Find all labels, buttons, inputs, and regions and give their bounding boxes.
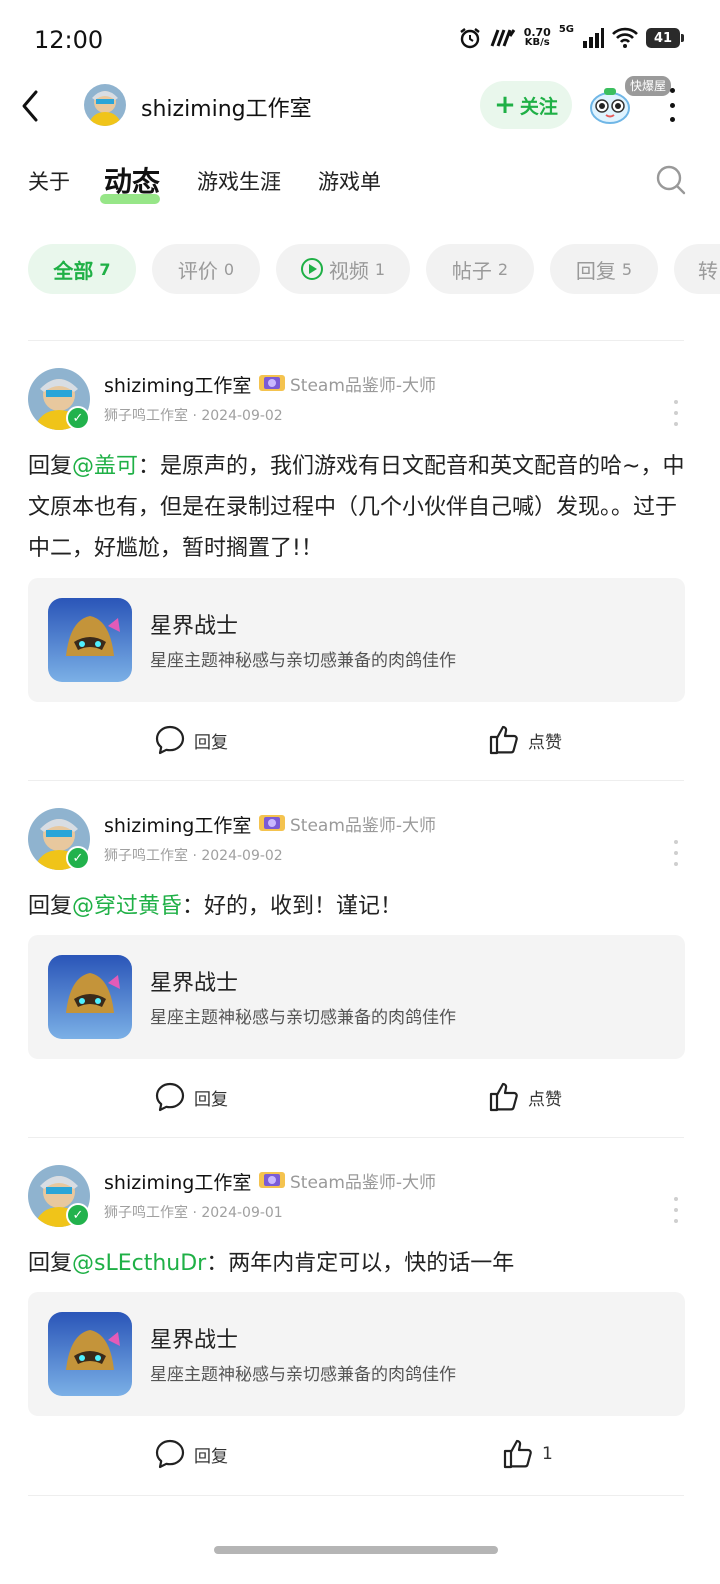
feed-post: ✓ shiziming工作室 Steam品鉴师-大师 狮子鸣工作室 · 2024…: [0, 1165, 720, 1495]
filter-reply[interactable]: 回复 5: [550, 244, 658, 294]
filter-review[interactable]: 评价 0: [152, 244, 260, 294]
follow-button[interactable]: + 关注: [480, 81, 572, 129]
verified-badge-icon: ✓: [66, 846, 90, 870]
thumbs-up-icon: [503, 1439, 532, 1469]
post-more-button[interactable]: [672, 400, 680, 426]
verified-badge-icon: ✓: [66, 1203, 90, 1227]
profile-tabs: 关于 动态 游戏生涯 游戏单: [0, 160, 720, 206]
home-indicator[interactable]: [214, 1546, 498, 1554]
game-card[interactable]: 星界战士 星座主题神秘感与亲切感兼备的肉鸽佳作: [28, 935, 685, 1059]
post-author[interactable]: shiziming工作室: [104, 371, 251, 398]
network-speed: 0.70 KB/s: [523, 26, 551, 48]
game-description: 星座主题神秘感与亲切感兼备的肉鸽佳作: [150, 1365, 456, 1385]
tab-game-list[interactable]: 游戏单: [318, 166, 381, 196]
post-meta: 狮子鸣工作室 · 2024-09-01: [104, 1205, 283, 1221]
tab-feed[interactable]: 动态: [104, 160, 160, 200]
avatar[interactable]: [84, 84, 126, 126]
status-bar: 12:00 0.70 KB/s 5G 41: [0, 0, 720, 80]
search-icon: [656, 165, 686, 195]
status-icons: 0.70 KB/s 5G 41: [458, 23, 684, 50]
game-icon: [48, 598, 132, 682]
filter-all[interactable]: 全部 7: [28, 244, 136, 294]
play-icon: [300, 258, 323, 280]
verified-badge-icon: ✓: [66, 406, 90, 430]
follow-label: 关注: [519, 95, 558, 118]
game-name: 星界战士: [150, 614, 239, 639]
comment-icon: [155, 725, 185, 755]
game-description: 星座主题神秘感与亲切感兼备的肉鸽佳作: [150, 651, 456, 671]
top-header: shiziming工作室 + 关注 快爆屋: [0, 76, 720, 136]
game-icon: [48, 955, 132, 1039]
game-description: 星座主题神秘感与亲切感兼备的肉鸽佳作: [150, 1008, 456, 1028]
mention-link[interactable]: @盖可: [72, 454, 138, 479]
post-more-button[interactable]: [672, 840, 680, 866]
like-button[interactable]: 点赞: [488, 724, 562, 756]
post-more-button[interactable]: [672, 1197, 680, 1223]
post-author[interactable]: shiziming工作室: [104, 1168, 251, 1195]
battery-icon: 41: [646, 28, 684, 48]
like-button[interactable]: 1: [502, 1438, 553, 1470]
medal-icon: [259, 1172, 285, 1188]
search-button[interactable]: [655, 164, 687, 196]
post-meta: 狮子鸣工作室 · 2024-09-02: [104, 848, 283, 864]
like-button[interactable]: 点赞: [488, 1081, 562, 1113]
reply-button[interactable]: 回复: [154, 1438, 228, 1470]
signal-icon: [583, 28, 604, 48]
filter-chips: 全部 7 评价 0 视频 1 帖子 2 回复 5 转: [28, 244, 720, 294]
alarm-icon: [459, 28, 480, 49]
divider: [28, 780, 684, 781]
post-text[interactable]: 回复@盖可：是原声的，我们游戏有日文配音和英文配音的哈~，中文原本也有，但是在录…: [28, 446, 688, 569]
chevron-left-icon: [22, 90, 38, 122]
mention-link[interactable]: @sLEcthuDr: [72, 1251, 206, 1276]
wifi-icon: [612, 27, 638, 48]
page-title: shiziming工作室: [141, 97, 312, 122]
tab-about[interactable]: 关于: [28, 166, 70, 196]
tab-game-career[interactable]: 游戏生涯: [197, 166, 281, 196]
medal-icon: [259, 375, 285, 391]
game-card[interactable]: 星界战士 星座主题神秘感与亲切感兼备的肉鸽佳作: [28, 578, 685, 702]
back-button[interactable]: [16, 86, 46, 126]
reply-button[interactable]: 回复: [154, 1081, 228, 1113]
feed-post: ✓ shiziming工作室 Steam品鉴师-大师 狮子鸣工作室 · 2024…: [0, 368, 720, 768]
mention-link[interactable]: @穿过黄昏: [72, 894, 182, 919]
post-text[interactable]: 回复@穿过黄昏：好的，收到！谨记！: [28, 886, 688, 927]
game-name: 星界战士: [150, 1328, 239, 1353]
post-author[interactable]: shiziming工作室: [104, 811, 251, 838]
author-title: Steam品鉴师-大师: [290, 1173, 437, 1193]
post-meta: 狮子鸣工作室 · 2024-09-02: [104, 408, 283, 424]
carrier-icon: [490, 29, 515, 47]
more-menu-button[interactable]: [662, 86, 682, 124]
divider: [28, 340, 684, 341]
like-count: 1: [542, 1444, 553, 1464]
plus-icon: +: [494, 90, 516, 120]
author-title: Steam品鉴师-大师: [290, 376, 437, 396]
feed-post: ✓ shiziming工作室 Steam品鉴师-大师 狮子鸣工作室 · 2024…: [0, 808, 720, 1128]
filter-post[interactable]: 帖子 2: [426, 244, 534, 294]
game-card[interactable]: 星界战士 星座主题神秘感与亲切感兼备的肉鸽佳作: [28, 1292, 685, 1416]
comment-icon: [155, 1439, 185, 1469]
medal-icon: [259, 815, 285, 831]
reply-button[interactable]: 回复: [154, 724, 228, 756]
divider: [28, 1495, 684, 1496]
status-time: 12:00: [34, 26, 104, 54]
network-type: 5G: [558, 23, 574, 35]
filter-repost[interactable]: 转: [674, 244, 720, 294]
thumbs-up-icon: [489, 1082, 518, 1112]
thumbs-up-icon: [489, 725, 518, 755]
post-text[interactable]: 回复@sLEcthuDr：两年内肯定可以，快的话一年: [28, 1243, 688, 1284]
game-name: 星界战士: [150, 971, 239, 996]
author-title: Steam品鉴师-大师: [290, 816, 437, 836]
filter-video[interactable]: 视频 1: [276, 244, 410, 294]
game-icon: [48, 1312, 132, 1396]
divider: [28, 1137, 684, 1138]
comment-icon: [155, 1082, 185, 1112]
